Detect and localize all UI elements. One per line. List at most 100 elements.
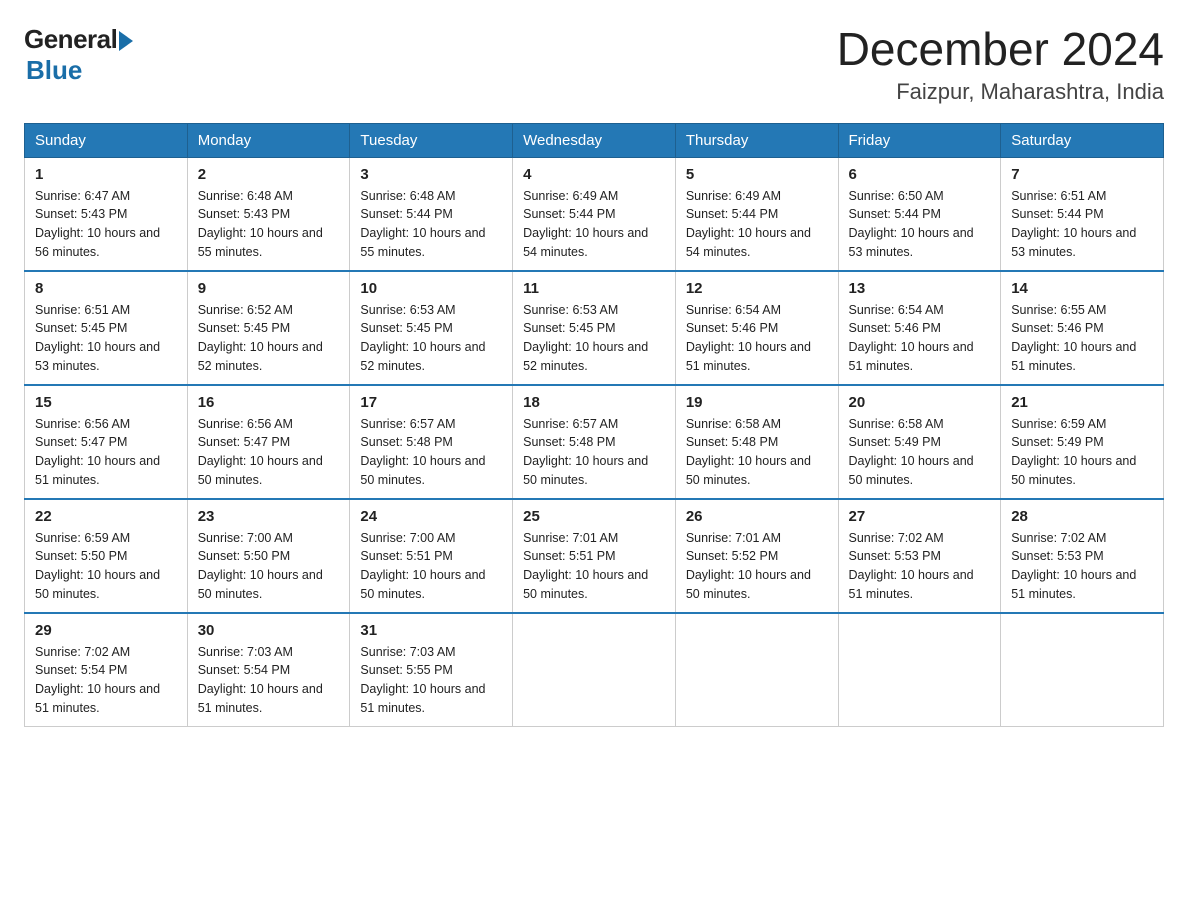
calendar-day-cell bbox=[513, 613, 676, 727]
day-info: Sunrise: 7:00 AMSunset: 5:50 PMDaylight:… bbox=[198, 531, 323, 601]
calendar-day-cell: 15 Sunrise: 6:56 AMSunset: 5:47 PMDaylig… bbox=[25, 385, 188, 499]
day-number: 13 bbox=[849, 280, 991, 297]
day-of-week-header: Wednesday bbox=[513, 123, 676, 157]
day-info: Sunrise: 7:02 AMSunset: 5:54 PMDaylight:… bbox=[35, 645, 160, 715]
calendar-day-cell: 28 Sunrise: 7:02 AMSunset: 5:53 PMDaylig… bbox=[1001, 499, 1164, 613]
calendar-week-row: 8 Sunrise: 6:51 AMSunset: 5:45 PMDayligh… bbox=[25, 271, 1164, 385]
calendar-day-cell: 9 Sunrise: 6:52 AMSunset: 5:45 PMDayligh… bbox=[187, 271, 350, 385]
calendar-day-cell: 6 Sunrise: 6:50 AMSunset: 5:44 PMDayligh… bbox=[838, 157, 1001, 271]
calendar-week-row: 22 Sunrise: 6:59 AMSunset: 5:50 PMDaylig… bbox=[25, 499, 1164, 613]
day-number: 21 bbox=[1011, 394, 1153, 411]
day-info: Sunrise: 7:00 AMSunset: 5:51 PMDaylight:… bbox=[360, 531, 485, 601]
calendar-day-cell bbox=[838, 613, 1001, 727]
calendar-table: SundayMondayTuesdayWednesdayThursdayFrid… bbox=[24, 123, 1164, 727]
day-info: Sunrise: 6:55 AMSunset: 5:46 PMDaylight:… bbox=[1011, 303, 1136, 373]
calendar-day-cell: 30 Sunrise: 7:03 AMSunset: 5:54 PMDaylig… bbox=[187, 613, 350, 727]
calendar-day-cell: 10 Sunrise: 6:53 AMSunset: 5:45 PMDaylig… bbox=[350, 271, 513, 385]
day-info: Sunrise: 6:51 AMSunset: 5:45 PMDaylight:… bbox=[35, 303, 160, 373]
day-info: Sunrise: 6:59 AMSunset: 5:49 PMDaylight:… bbox=[1011, 417, 1136, 487]
day-number: 15 bbox=[35, 394, 177, 411]
day-number: 17 bbox=[360, 394, 502, 411]
day-info: Sunrise: 6:54 AMSunset: 5:46 PMDaylight:… bbox=[686, 303, 811, 373]
day-number: 22 bbox=[35, 508, 177, 525]
day-info: Sunrise: 6:56 AMSunset: 5:47 PMDaylight:… bbox=[35, 417, 160, 487]
day-number: 26 bbox=[686, 508, 828, 525]
day-info: Sunrise: 6:59 AMSunset: 5:50 PMDaylight:… bbox=[35, 531, 160, 601]
calendar-day-cell: 24 Sunrise: 7:00 AMSunset: 5:51 PMDaylig… bbox=[350, 499, 513, 613]
day-info: Sunrise: 6:47 AMSunset: 5:43 PMDaylight:… bbox=[35, 189, 160, 259]
day-of-week-header: Monday bbox=[187, 123, 350, 157]
calendar-day-cell: 16 Sunrise: 6:56 AMSunset: 5:47 PMDaylig… bbox=[187, 385, 350, 499]
day-info: Sunrise: 6:57 AMSunset: 5:48 PMDaylight:… bbox=[523, 417, 648, 487]
calendar-week-row: 15 Sunrise: 6:56 AMSunset: 5:47 PMDaylig… bbox=[25, 385, 1164, 499]
day-info: Sunrise: 7:03 AMSunset: 5:55 PMDaylight:… bbox=[360, 645, 485, 715]
day-info: Sunrise: 6:58 AMSunset: 5:48 PMDaylight:… bbox=[686, 417, 811, 487]
day-number: 20 bbox=[849, 394, 991, 411]
day-number: 3 bbox=[360, 166, 502, 183]
day-number: 9 bbox=[198, 280, 340, 297]
day-number: 19 bbox=[686, 394, 828, 411]
day-info: Sunrise: 7:02 AMSunset: 5:53 PMDaylight:… bbox=[1011, 531, 1136, 601]
day-number: 11 bbox=[523, 280, 665, 297]
day-number: 31 bbox=[360, 622, 502, 639]
day-info: Sunrise: 6:50 AMSunset: 5:44 PMDaylight:… bbox=[849, 189, 974, 259]
day-number: 2 bbox=[198, 166, 340, 183]
calendar-day-cell: 20 Sunrise: 6:58 AMSunset: 5:49 PMDaylig… bbox=[838, 385, 1001, 499]
calendar-day-cell bbox=[675, 613, 838, 727]
month-title: December 2024 bbox=[837, 24, 1164, 75]
title-block: December 2024 Faizpur, Maharashtra, Indi… bbox=[837, 24, 1164, 105]
day-number: 12 bbox=[686, 280, 828, 297]
day-number: 24 bbox=[360, 508, 502, 525]
day-info: Sunrise: 6:53 AMSunset: 5:45 PMDaylight:… bbox=[523, 303, 648, 373]
calendar-day-cell: 22 Sunrise: 6:59 AMSunset: 5:50 PMDaylig… bbox=[25, 499, 188, 613]
calendar-day-cell: 21 Sunrise: 6:59 AMSunset: 5:49 PMDaylig… bbox=[1001, 385, 1164, 499]
day-info: Sunrise: 6:51 AMSunset: 5:44 PMDaylight:… bbox=[1011, 189, 1136, 259]
day-number: 28 bbox=[1011, 508, 1153, 525]
day-number: 1 bbox=[35, 166, 177, 183]
calendar-day-cell: 5 Sunrise: 6:49 AMSunset: 5:44 PMDayligh… bbox=[675, 157, 838, 271]
day-info: Sunrise: 6:56 AMSunset: 5:47 PMDaylight:… bbox=[198, 417, 323, 487]
day-number: 4 bbox=[523, 166, 665, 183]
calendar-day-cell: 14 Sunrise: 6:55 AMSunset: 5:46 PMDaylig… bbox=[1001, 271, 1164, 385]
day-info: Sunrise: 6:49 AMSunset: 5:44 PMDaylight:… bbox=[523, 189, 648, 259]
calendar-header-row: SundayMondayTuesdayWednesdayThursdayFrid… bbox=[25, 123, 1164, 157]
calendar-day-cell: 29 Sunrise: 7:02 AMSunset: 5:54 PMDaylig… bbox=[25, 613, 188, 727]
day-number: 16 bbox=[198, 394, 340, 411]
calendar-day-cell: 23 Sunrise: 7:00 AMSunset: 5:50 PMDaylig… bbox=[187, 499, 350, 613]
calendar-day-cell: 7 Sunrise: 6:51 AMSunset: 5:44 PMDayligh… bbox=[1001, 157, 1164, 271]
location-title: Faizpur, Maharashtra, India bbox=[837, 79, 1164, 105]
logo: General Blue bbox=[24, 24, 133, 86]
calendar-day-cell: 27 Sunrise: 7:02 AMSunset: 5:53 PMDaylig… bbox=[838, 499, 1001, 613]
day-number: 23 bbox=[198, 508, 340, 525]
logo-blue-text: Blue bbox=[26, 55, 82, 86]
day-number: 14 bbox=[1011, 280, 1153, 297]
logo-general-text: General bbox=[24, 24, 117, 55]
day-info: Sunrise: 6:58 AMSunset: 5:49 PMDaylight:… bbox=[849, 417, 974, 487]
day-number: 27 bbox=[849, 508, 991, 525]
day-info: Sunrise: 6:49 AMSunset: 5:44 PMDaylight:… bbox=[686, 189, 811, 259]
day-info: Sunrise: 7:02 AMSunset: 5:53 PMDaylight:… bbox=[849, 531, 974, 601]
day-number: 10 bbox=[360, 280, 502, 297]
day-number: 7 bbox=[1011, 166, 1153, 183]
day-info: Sunrise: 6:54 AMSunset: 5:46 PMDaylight:… bbox=[849, 303, 974, 373]
day-info: Sunrise: 6:48 AMSunset: 5:43 PMDaylight:… bbox=[198, 189, 323, 259]
calendar-week-row: 29 Sunrise: 7:02 AMSunset: 5:54 PMDaylig… bbox=[25, 613, 1164, 727]
day-info: Sunrise: 7:01 AMSunset: 5:52 PMDaylight:… bbox=[686, 531, 811, 601]
calendar-day-cell: 8 Sunrise: 6:51 AMSunset: 5:45 PMDayligh… bbox=[25, 271, 188, 385]
calendar-day-cell: 19 Sunrise: 6:58 AMSunset: 5:48 PMDaylig… bbox=[675, 385, 838, 499]
day-of-week-header: Friday bbox=[838, 123, 1001, 157]
calendar-day-cell: 12 Sunrise: 6:54 AMSunset: 5:46 PMDaylig… bbox=[675, 271, 838, 385]
calendar-day-cell: 1 Sunrise: 6:47 AMSunset: 5:43 PMDayligh… bbox=[25, 157, 188, 271]
calendar-day-cell: 26 Sunrise: 7:01 AMSunset: 5:52 PMDaylig… bbox=[675, 499, 838, 613]
day-info: Sunrise: 7:01 AMSunset: 5:51 PMDaylight:… bbox=[523, 531, 648, 601]
calendar-day-cell: 31 Sunrise: 7:03 AMSunset: 5:55 PMDaylig… bbox=[350, 613, 513, 727]
calendar-week-row: 1 Sunrise: 6:47 AMSunset: 5:43 PMDayligh… bbox=[25, 157, 1164, 271]
day-info: Sunrise: 6:53 AMSunset: 5:45 PMDaylight:… bbox=[360, 303, 485, 373]
day-number: 25 bbox=[523, 508, 665, 525]
calendar-day-cell: 13 Sunrise: 6:54 AMSunset: 5:46 PMDaylig… bbox=[838, 271, 1001, 385]
day-number: 5 bbox=[686, 166, 828, 183]
day-info: Sunrise: 6:52 AMSunset: 5:45 PMDaylight:… bbox=[198, 303, 323, 373]
calendar-day-cell: 25 Sunrise: 7:01 AMSunset: 5:51 PMDaylig… bbox=[513, 499, 676, 613]
day-of-week-header: Saturday bbox=[1001, 123, 1164, 157]
day-number: 30 bbox=[198, 622, 340, 639]
